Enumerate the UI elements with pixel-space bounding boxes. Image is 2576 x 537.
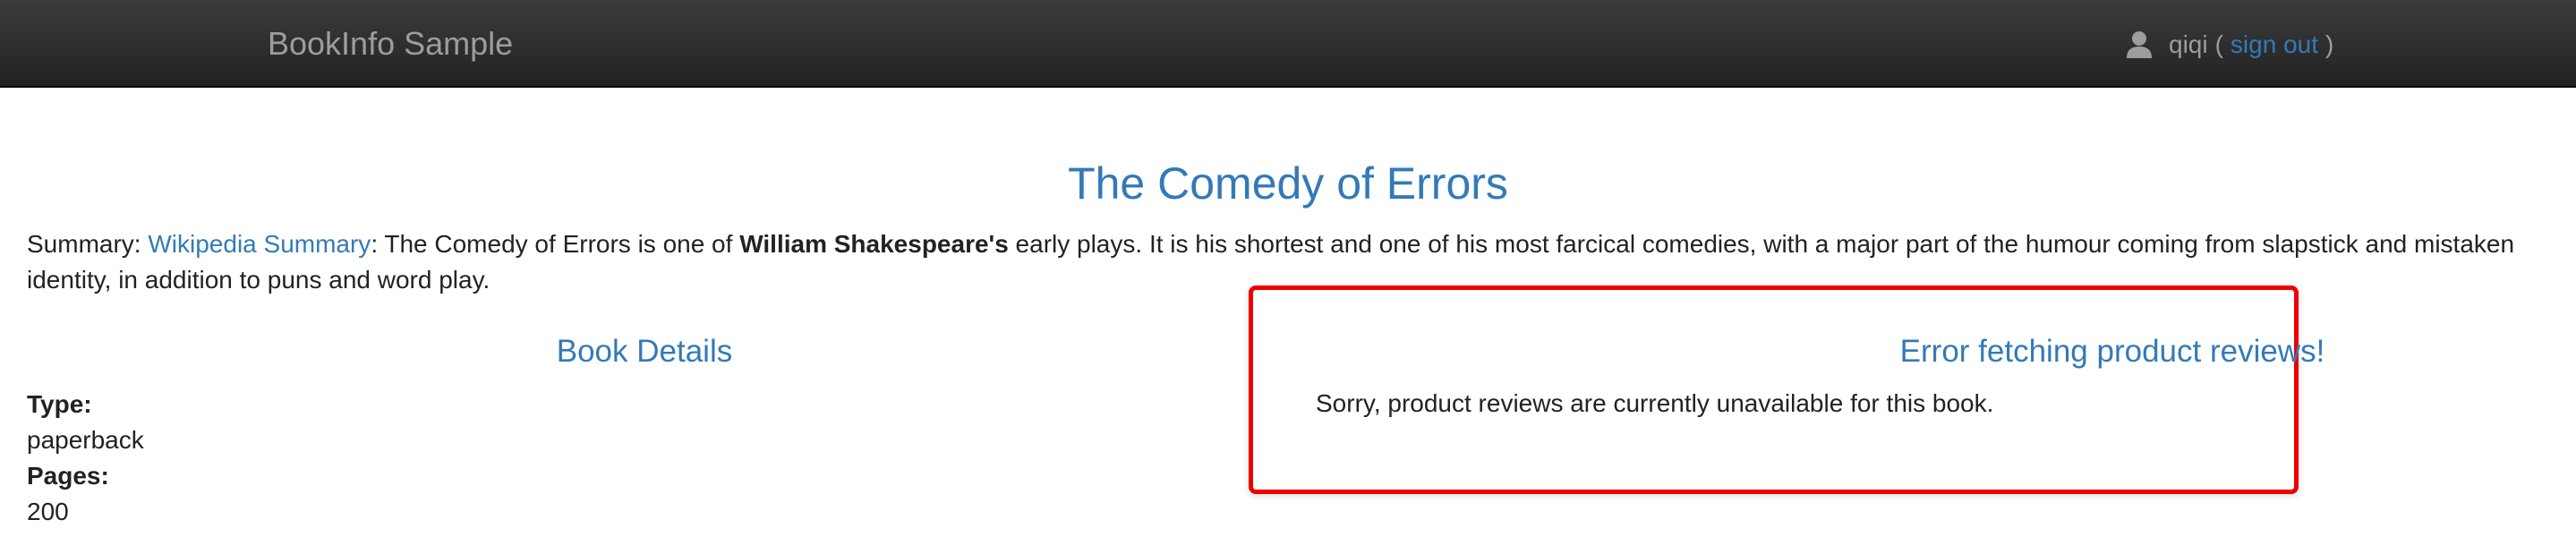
brand-title[interactable]: BookInfo Sample xyxy=(268,25,513,63)
open-paren: ( xyxy=(2214,30,2223,58)
sign-out-link[interactable]: sign out xyxy=(2231,30,2318,59)
user-area: qiqi ( sign out ) xyxy=(2126,27,2333,63)
close-paren: ) xyxy=(2325,30,2334,58)
pages-value: 200 xyxy=(27,498,69,525)
wikipedia-summary-link[interactable]: Wikipedia Summary xyxy=(148,230,371,258)
reviews-error-message: Sorry, product reviews are currently una… xyxy=(1316,389,1994,417)
pages-label: Pages: xyxy=(27,462,109,490)
book-details-heading: Book Details xyxy=(556,334,733,369)
reviews-error-heading: Error fetching product reviews! xyxy=(1899,334,2325,369)
type-value: paperback xyxy=(27,426,144,454)
summary-text-1: : The Comedy of Errors is one of xyxy=(371,230,740,258)
user-icon xyxy=(2127,31,2152,58)
summary-prefix: Summary: xyxy=(27,230,149,258)
type-label: Type: xyxy=(27,390,92,418)
book-title: The Comedy of Errors xyxy=(1068,158,1508,209)
navbar: BookInfo Sample qiqi ( sign out ) xyxy=(0,0,2576,88)
username: qiqi xyxy=(2169,30,2208,58)
summary-author: William Shakespeare's xyxy=(739,230,1009,258)
